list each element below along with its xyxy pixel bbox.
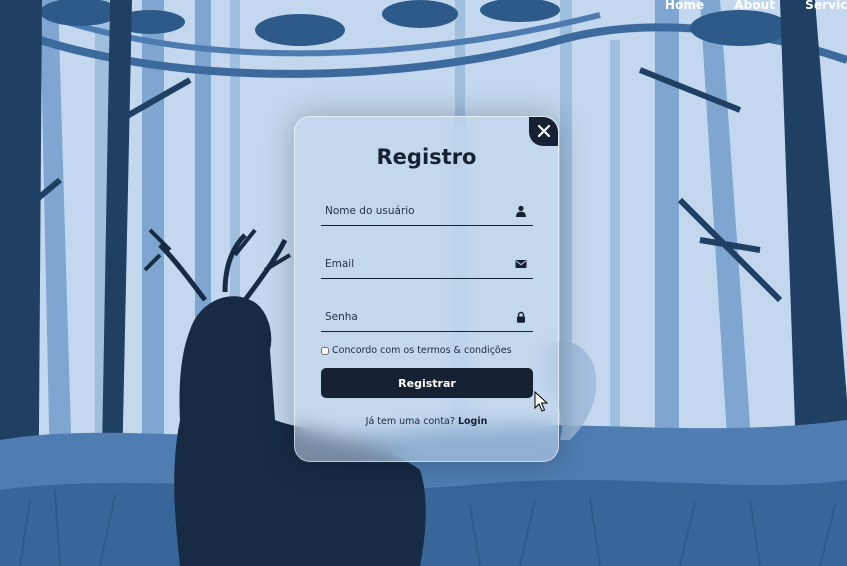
login-link[interactable]: Login [458,416,487,427]
email-input[interactable] [321,252,510,276]
mouse-cursor-icon [534,391,548,412]
username-field [321,199,533,226]
email-field [321,252,533,279]
register-modal: Registro Concordo com os termos & condiç… [294,116,559,462]
username-input[interactable] [321,199,510,223]
nav-services[interactable]: Services [805,0,847,16]
password-input[interactable] [321,305,510,329]
register-button[interactable]: Registrar [321,368,533,398]
envelope-icon [515,260,527,268]
have-account-text: Já tem uma conta? [365,416,455,427]
nav-about[interactable]: About [734,0,775,16]
user-icon [516,205,526,217]
lock-icon [517,311,525,323]
login-prompt: Já tem uma conta? Login [295,416,558,427]
password-field [321,305,533,332]
close-button[interactable] [529,117,558,146]
close-icon [538,125,550,137]
top-nav: Home About Services [665,0,847,16]
nav-home[interactable]: Home [665,0,704,16]
terms-label: Concordo com os termos & condições [332,345,512,356]
form-title: Registro [376,145,477,169]
terms-checkbox[interactable] [321,346,329,355]
terms-row: Concordo com os termos & condições [321,345,512,356]
